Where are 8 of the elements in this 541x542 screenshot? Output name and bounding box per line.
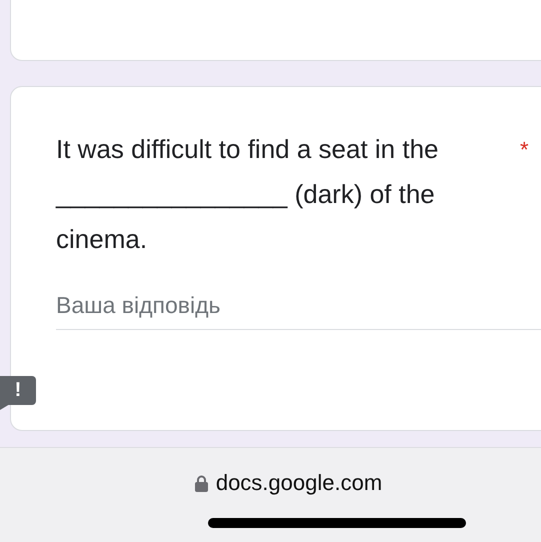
feedback-badge[interactable]: ! <box>0 376 36 405</box>
required-mark: * <box>520 136 529 164</box>
url-text[interactable]: docs.google.com <box>216 470 382 496</box>
question-text: It was difficult to find a seat in the ________________ (dark) of the cinema. <box>56 133 440 256</box>
lock-icon <box>194 474 208 492</box>
home-indicator[interactable] <box>208 518 466 528</box>
badge-tail-icon <box>0 404 10 410</box>
answer-field[interactable]: Ваша відповідь <box>56 292 541 330</box>
